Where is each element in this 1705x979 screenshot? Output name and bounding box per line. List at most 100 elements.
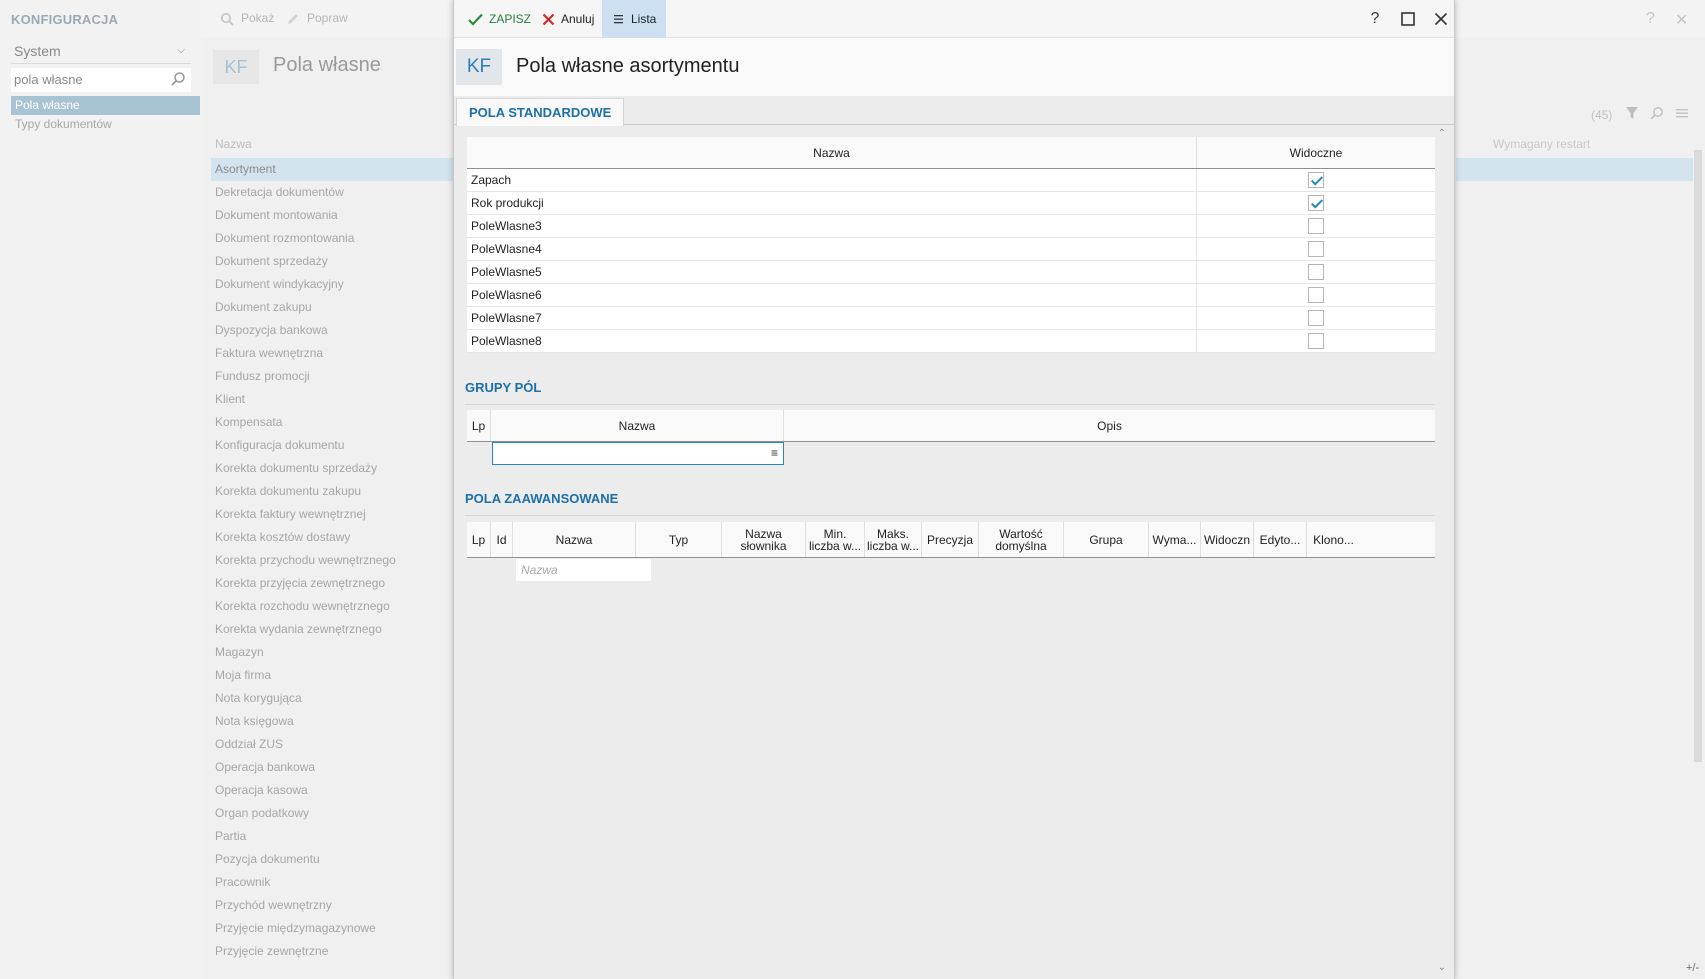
column-header[interactable]: Wartość domyślna: [979, 522, 1064, 557]
column-header[interactable]: Klono...: [1307, 522, 1360, 557]
bg-list-item[interactable]: Kompensata: [211, 411, 454, 434]
bg-list-item[interactable]: Korekta kosztów dostawy: [211, 526, 454, 549]
visible-checkbox[interactable]: [1308, 310, 1324, 326]
bg-list-item[interactable]: Przychód wewnętrzny: [211, 894, 454, 917]
help-icon[interactable]: ?: [1646, 10, 1655, 28]
scroll-up-icon[interactable]: ⌃: [1438, 128, 1446, 139]
bg-list-item[interactable]: Dokument montowania: [211, 204, 454, 227]
advanced-name-input[interactable]: Nazwa: [516, 559, 651, 581]
table-row[interactable]: PoleWlasne7: [467, 307, 1435, 330]
field-name-cell[interactable]: PoleWlasne8: [467, 330, 1197, 352]
visible-checkbox[interactable]: [1308, 264, 1324, 280]
column-header-name[interactable]: Nazwa: [491, 410, 784, 441]
bg-list-item[interactable]: Moja firma: [211, 664, 454, 687]
bg-list-item[interactable]: Dokument windykacyjny: [211, 273, 454, 296]
column-header[interactable]: Min. liczba w...: [806, 522, 865, 557]
column-header[interactable]: Nazwa: [513, 522, 636, 557]
bg-scrollbar[interactable]: [1694, 150, 1702, 762]
bg-list-item[interactable]: Pozycja dokumentu: [211, 848, 454, 871]
column-header[interactable]: Lp: [467, 522, 491, 557]
bg-edit-button[interactable]: Popraw: [307, 11, 348, 25]
table-row[interactable]: PoleWlasne5: [467, 261, 1435, 284]
table-row[interactable]: PoleWlasne6: [467, 284, 1435, 307]
field-name-cell[interactable]: PoleWlasne4: [467, 238, 1197, 260]
field-name-cell[interactable]: PoleWlasne5: [467, 261, 1197, 283]
bg-list-item[interactable]: Korekta rozchodu wewnętrznego: [211, 595, 454, 618]
bg-list-item[interactable]: Dokument sprzedaży: [211, 250, 454, 273]
column-header[interactable]: Id: [491, 522, 513, 557]
cancel-button[interactable]: Anuluj: [536, 0, 600, 38]
bg-list-item[interactable]: Klient: [211, 388, 454, 411]
field-name-cell[interactable]: PoleWlasne6: [467, 284, 1197, 306]
bg-list-item[interactable]: Korekta faktury wewnętrznej: [211, 503, 454, 526]
bg-list-item[interactable]: Asortyment: [211, 158, 454, 181]
tab-standard-fields[interactable]: POLA STANDARDOWE: [456, 98, 625, 126]
menu-icon[interactable]: [1676, 107, 1688, 119]
column-header[interactable]: Wyma...: [1149, 522, 1201, 557]
bg-list-item[interactable]: Nota księgowa: [211, 710, 454, 733]
bg-list-item[interactable]: Dekretacja dokumentów: [211, 181, 454, 204]
table-row[interactable]: PoleWlasne8: [467, 330, 1435, 353]
bg-list-item[interactable]: Nota korygująca: [211, 687, 454, 710]
column-header[interactable]: Typ: [636, 522, 722, 557]
bg-plus-minus[interactable]: +/-: [1686, 962, 1699, 974]
search-icon[interactable]: [1650, 106, 1664, 120]
column-header[interactable]: Edyto...: [1254, 522, 1307, 557]
visible-checkbox[interactable]: [1308, 195, 1324, 211]
group-name-input[interactable]: ≡: [492, 442, 784, 465]
bg-list-item[interactable]: Konfiguracja dokumentu: [211, 434, 454, 457]
column-header-name[interactable]: Nazwa: [467, 137, 1197, 168]
bg-list-item[interactable]: Dyspozycja bankowa: [211, 319, 454, 342]
bg-list-item[interactable]: Magazyn: [211, 641, 454, 664]
filter-icon[interactable]: [1625, 106, 1639, 120]
bg-list-item[interactable]: Pracownik: [211, 871, 454, 894]
column-header[interactable]: Nazwa słownika: [722, 522, 806, 557]
column-header[interactable]: Grupa: [1064, 522, 1149, 557]
column-header[interactable]: Widoczn: [1201, 522, 1254, 557]
field-name-cell[interactable]: PoleWlasne3: [467, 215, 1197, 237]
list-button[interactable]: Lista: [602, 0, 666, 38]
field-name-cell[interactable]: PoleWlasne7: [467, 307, 1197, 329]
menu-icon[interactable]: ≡: [771, 446, 778, 460]
table-row[interactable]: PoleWlasne3: [467, 215, 1435, 238]
maximize-button[interactable]: [1396, 7, 1420, 31]
bg-list-item[interactable]: Organ podatkowy: [211, 802, 454, 825]
bg-show-button[interactable]: Pokaż: [241, 11, 274, 25]
bg-list-item[interactable]: Korekta przychodu wewnętrznego: [211, 549, 454, 572]
bg-list-item[interactable]: Korekta dokumentu sprzedaży: [211, 457, 454, 480]
visible-checkbox[interactable]: [1308, 333, 1324, 349]
bg-system-select[interactable]: System ⌵: [11, 40, 191, 64]
save-button[interactable]: ZAPISZ: [462, 0, 537, 38]
search-icon[interactable]: [170, 71, 186, 87]
visible-checkbox[interactable]: [1308, 218, 1324, 234]
bg-list-item[interactable]: Korekta przyjęcia zewnętrznego: [211, 572, 454, 595]
column-header[interactable]: Precyzja: [922, 522, 979, 557]
column-header[interactable]: Maks. liczba w...: [865, 522, 922, 557]
column-header-description[interactable]: Opis: [784, 410, 1435, 441]
visible-checkbox[interactable]: [1308, 287, 1324, 303]
table-row[interactable]: Rok produkcji: [467, 192, 1435, 215]
bg-list-item[interactable]: Korekta wydania zewnętrznego: [211, 618, 454, 641]
visible-checkbox[interactable]: [1308, 172, 1324, 188]
column-header-lp[interactable]: Lp: [467, 410, 491, 441]
bg-list-item[interactable]: Oddział ZUS: [211, 733, 454, 756]
help-button[interactable]: ?: [1363, 7, 1387, 31]
bg-list-item[interactable]: Partia: [211, 825, 454, 848]
scroll-down-icon[interactable]: ⌄: [1438, 962, 1446, 973]
visible-checkbox[interactable]: [1308, 241, 1324, 257]
column-header-visible[interactable]: Widoczne: [1197, 137, 1435, 168]
bg-column-header-name[interactable]: Nazwa: [215, 137, 252, 151]
bg-nav-item-pola-wlasne[interactable]: Pola własne: [11, 96, 200, 115]
bg-list-item[interactable]: Dokument rozmontowania: [211, 227, 454, 250]
bg-list-item[interactable]: Faktura wewnętrzna: [211, 342, 454, 365]
close-icon[interactable]: ✕: [1675, 10, 1688, 30]
table-row[interactable]: Zapach: [467, 169, 1435, 192]
close-button[interactable]: [1429, 7, 1453, 31]
bg-column-header-restart[interactable]: Wymagany restart: [1493, 137, 1590, 151]
bg-nav-item-typy-dokumentow[interactable]: Typy dokumentów: [11, 117, 112, 131]
field-name-cell[interactable]: Zapach: [467, 169, 1197, 191]
bg-search-input[interactable]: pola własne: [11, 68, 191, 92]
bg-list-item[interactable]: Przyjęcie zewnętrzne: [211, 940, 454, 963]
bg-list-item[interactable]: Dokument zakupu: [211, 296, 454, 319]
bg-list-item[interactable]: Przyjęcie międzymagazynowe: [211, 917, 454, 940]
